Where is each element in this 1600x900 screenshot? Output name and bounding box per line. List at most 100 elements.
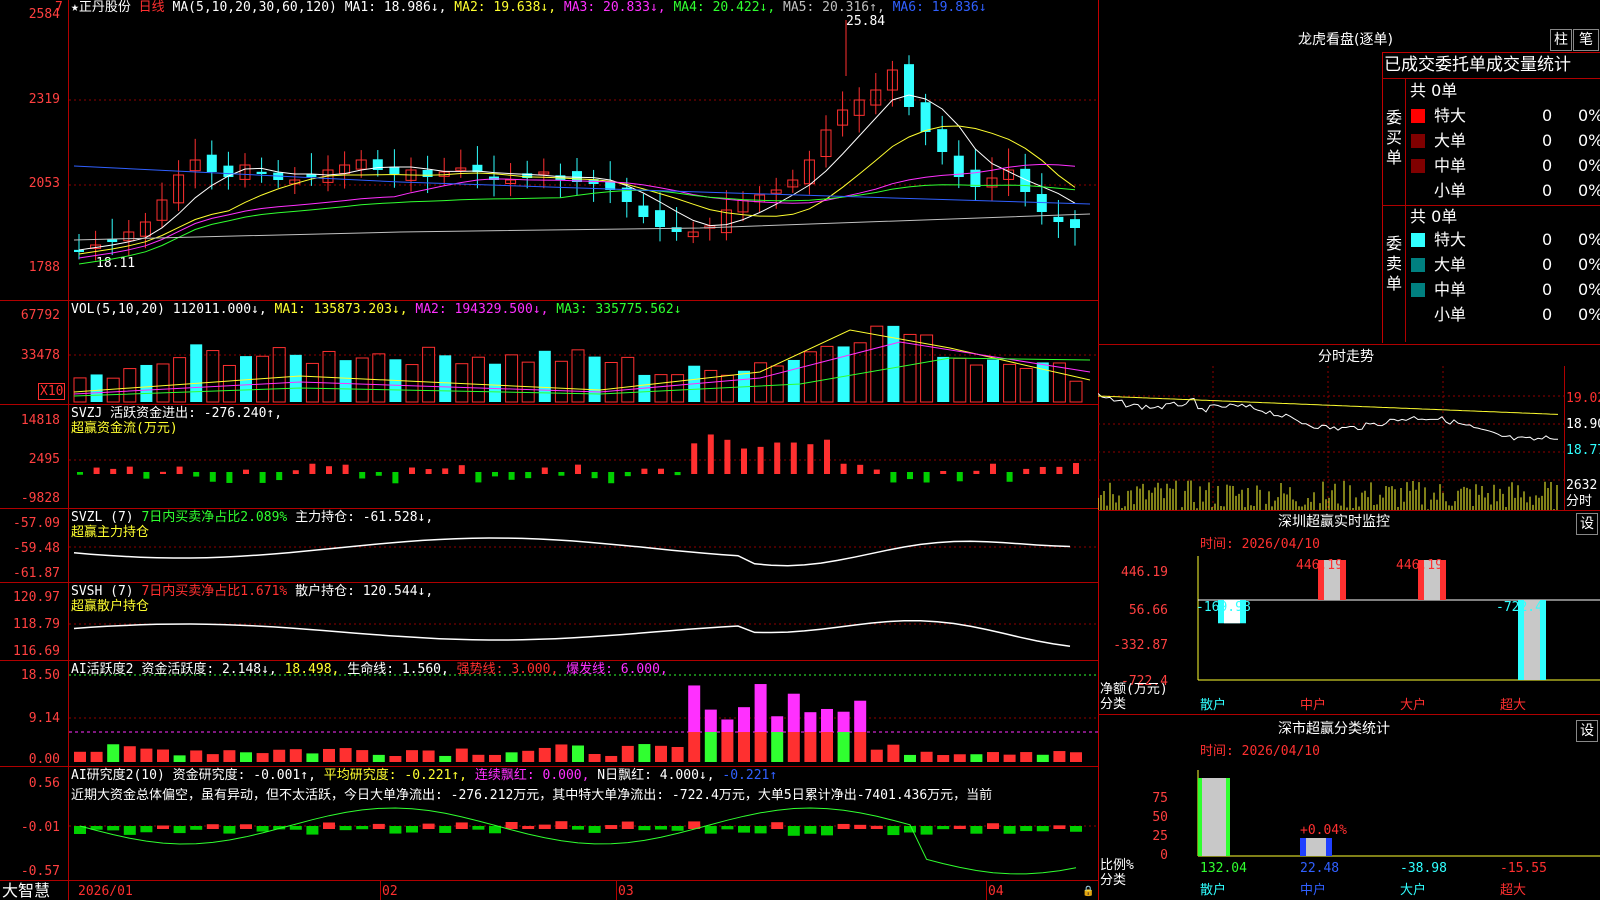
vol-bar xyxy=(73,377,87,403)
buy-swatch-2 xyxy=(1411,159,1425,173)
vol-bar xyxy=(140,364,153,402)
sz1-xlabel: 分类 xyxy=(1100,697,1127,712)
act-bar xyxy=(621,745,634,762)
app-logo[interactable]: 大智慧 xyxy=(2,882,50,900)
flow-bar xyxy=(342,464,349,474)
res-bar xyxy=(937,826,950,830)
vol-bar xyxy=(355,357,369,403)
act-bar xyxy=(489,754,501,762)
svzj-axis-1: 14818 xyxy=(20,413,60,428)
sz1-axis-2: 56.66 xyxy=(1128,603,1168,618)
sz2-axis-1: 75 xyxy=(1152,791,1168,806)
vol-bar xyxy=(289,354,302,402)
svzj-axis-2: 2495 xyxy=(28,452,60,467)
buy-side-label: 委买单 xyxy=(1386,108,1403,167)
dragon-title: 龙虎看盘(逐单) xyxy=(1298,32,1393,48)
act-bar xyxy=(738,732,750,762)
act-bar-top xyxy=(804,712,817,732)
vol-bar xyxy=(803,351,817,403)
act-bar xyxy=(1053,751,1066,762)
res-bar xyxy=(1070,826,1082,832)
order-mid-sep xyxy=(1382,205,1600,206)
sell-count-0: 0 xyxy=(1542,230,1553,249)
flow-bar xyxy=(990,463,996,474)
vol-unit[interactable]: X10 xyxy=(38,383,66,400)
sell-swatch-0 xyxy=(1411,233,1425,247)
sz2-chart xyxy=(1197,770,1600,857)
act-bar xyxy=(157,749,169,762)
flow-bar xyxy=(1073,463,1079,474)
ai2-summary: 近期大资金总体偏空，虽有异动，但不太活跃，今日大单净流出: -276.212万元… xyxy=(71,788,993,803)
act-bar-top xyxy=(854,700,867,732)
candle xyxy=(638,205,649,217)
vol-bar xyxy=(538,350,551,402)
buy-count-0: 0 xyxy=(1542,106,1553,125)
sell-swatch-1 xyxy=(1411,258,1425,272)
flow-bar xyxy=(77,472,83,475)
vol-bar xyxy=(439,355,452,402)
res-bar xyxy=(489,826,501,834)
bar-mode-button[interactable]: 柱 xyxy=(1550,29,1572,51)
res-bar xyxy=(190,826,203,830)
order-stats-tab[interactable]: 已成交委托单成交量统计 xyxy=(1384,55,1571,75)
svzl-sub: 超赢主力持仓 xyxy=(71,525,150,540)
act-bar xyxy=(920,751,933,762)
vol-bar xyxy=(272,347,286,403)
res-bar xyxy=(1003,826,1016,834)
right-sep-1 xyxy=(1098,344,1600,345)
flow-bar xyxy=(126,466,133,474)
flow-bar xyxy=(824,439,830,474)
vol-bar xyxy=(156,363,170,403)
act-bar xyxy=(987,752,999,762)
sz1-axis-1: 446.19 xyxy=(1121,565,1168,580)
candle xyxy=(256,171,267,174)
buy-name-2: 中单 xyxy=(1434,156,1467,175)
flow-bar xyxy=(691,443,698,474)
svsh-title: SVSH (7) xyxy=(71,584,134,599)
candle xyxy=(1053,216,1064,222)
sz1-settings-button[interactable]: 设 xyxy=(1576,513,1598,535)
fenshi-p3: 18.77 xyxy=(1566,443,1600,458)
sz1-val-2: 446.19 xyxy=(1396,558,1443,573)
sz2-cat-2: 大户 xyxy=(1400,883,1427,898)
act-bar xyxy=(572,745,584,762)
sz1-axis-3: -332.87 xyxy=(1113,638,1168,653)
res-bar xyxy=(704,826,717,834)
ai1-axis-1: 18.50 xyxy=(20,668,60,683)
tick-mar xyxy=(616,880,617,900)
lock-icon[interactable]: 🔒 xyxy=(1082,884,1094,899)
vol-header: VOL(5,10,20) 112011.000↓, MA1: 135873.20… xyxy=(71,302,682,317)
act-bar xyxy=(638,744,651,762)
sell-pct-3: 0% xyxy=(1578,305,1600,324)
buy-count-2: 0 xyxy=(1542,156,1553,175)
fenshi-chart[interactable] xyxy=(1098,366,1564,510)
sz2-title: 深市超赢分类统计 xyxy=(1278,721,1390,737)
flow-bar xyxy=(1039,466,1046,474)
vol-axis-2: 33478 xyxy=(20,348,60,363)
flow-bar xyxy=(641,468,648,474)
sell-count-3: 0 xyxy=(1542,305,1553,324)
sell-name-0: 特大 xyxy=(1434,230,1467,249)
act-bar xyxy=(555,744,568,762)
tick-mode-button[interactable]: 笔 xyxy=(1573,29,1599,51)
sell-count-1: 0 xyxy=(1542,255,1553,274)
tick-feb xyxy=(380,880,381,900)
sz2-settings-button[interactable]: 设 xyxy=(1576,720,1598,742)
flow-bar xyxy=(558,472,565,476)
svzl-line xyxy=(73,537,1071,567)
act-bar-top xyxy=(771,716,784,732)
flow-bar xyxy=(292,470,299,474)
res-bar xyxy=(837,823,850,829)
vol-bar xyxy=(704,369,718,403)
act-bar xyxy=(74,751,86,762)
sell-swatch-2 xyxy=(1411,283,1425,297)
flow-bar xyxy=(774,442,781,474)
act-bar xyxy=(904,754,916,762)
act-bar xyxy=(538,747,551,762)
vol-bar xyxy=(571,349,585,403)
sz1-cat-3: 超大 xyxy=(1500,698,1527,713)
svzj-axis-3: -9828 xyxy=(20,491,60,506)
act-bar xyxy=(306,753,319,762)
buy-swatch-0 xyxy=(1411,109,1425,123)
sell-name-3: 小单 xyxy=(1434,305,1467,324)
